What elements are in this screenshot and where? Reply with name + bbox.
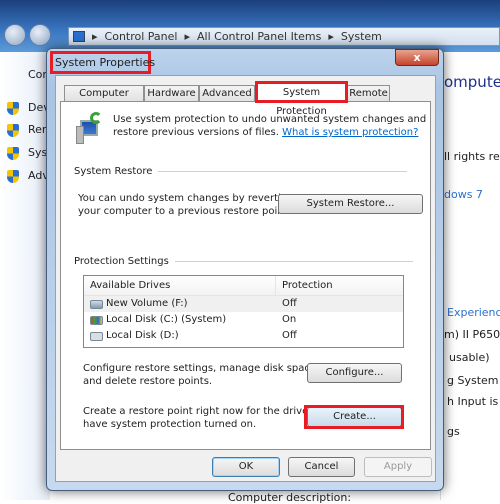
drives-list[interactable]: Available Drives Protection New Volume (… — [83, 275, 404, 348]
content-text: m) II P650 — [444, 328, 500, 341]
configure-line-1: Configure restore settings, manage disk … — [83, 363, 320, 374]
drive-name: New Volume (F:) — [106, 298, 188, 309]
apply-button[interactable]: Apply — [364, 457, 432, 477]
content-text: usable) — [449, 351, 490, 364]
create-line-1: Create a restore point right now for the… — [83, 406, 337, 417]
system-restore-group: System Restore — [74, 166, 407, 177]
dialog-title: System Properties — [55, 56, 156, 69]
shield-icon — [7, 147, 19, 160]
content-text: ll rights res — [444, 150, 500, 163]
drive-row[interactable]: Local Disk (C:) (System) On — [84, 312, 403, 328]
create-line-2: have system protection turned on. — [83, 419, 257, 430]
close-button[interactable]: x — [395, 49, 439, 66]
group-heading: Protection Settings — [74, 256, 169, 267]
intro-line-2: restore previous versions of files. — [113, 127, 279, 138]
intro-line-1: Use system protection to undo unwanted s… — [113, 114, 427, 125]
tab-remote[interactable]: Remote — [347, 85, 390, 102]
drive-name: Local Disk (D:) — [106, 330, 179, 341]
tab-computer-name[interactable]: Computer Name — [64, 85, 144, 114]
system-restore-line-1: You can undo system changes by reverting — [78, 193, 294, 204]
what-is-system-protection-link[interactable]: What is system protection? — [282, 127, 418, 138]
configure-button[interactable]: Configure... — [307, 363, 402, 383]
column-available-drives[interactable]: Available Drives — [84, 276, 275, 295]
tab-advanced[interactable]: Advanced — [199, 85, 255, 102]
column-protection[interactable]: Protection — [275, 276, 333, 295]
drive-name: Local Disk (C:) (System) — [106, 314, 227, 325]
back-button[interactable] — [4, 24, 26, 46]
system-restore-line-2: your computer to a previous restore poin… — [78, 206, 291, 217]
experience-link[interactable]: Experience — [447, 306, 500, 319]
content-text: gs — [447, 425, 460, 438]
drive-protection: Off — [282, 330, 297, 341]
content-heading: omputer — [444, 73, 500, 91]
tab-hardware[interactable]: Hardware — [144, 85, 199, 102]
address-bar[interactable]: ▸ Control Panel ▸ All Control Panel Items … — [68, 27, 500, 46]
ok-button[interactable]: OK — [212, 457, 280, 477]
shield-icon — [7, 124, 19, 137]
drive-icon — [90, 331, 103, 341]
breadcrumb-system[interactable]: System — [341, 30, 382, 43]
computer-description-label: Computer description: — [228, 491, 352, 504]
list-header: Available Drives Protection — [84, 276, 403, 296]
protection-settings-group: Protection Settings — [74, 256, 413, 267]
group-heading: System Restore — [74, 166, 153, 177]
system-restore-button[interactable]: System Restore... — [278, 194, 423, 214]
configure-line-2: and delete restore points. — [83, 376, 213, 387]
drive-icon — [90, 299, 103, 309]
content-text: h Input is a — [447, 395, 500, 408]
breadcrumb-control-panel[interactable]: Control Panel — [105, 30, 178, 43]
cancel-button[interactable]: Cancel — [288, 457, 355, 477]
explorer-sidebar — [0, 52, 50, 500]
content-text: g System — [447, 374, 499, 387]
drive-protection: On — [282, 314, 297, 325]
create-highlight — [304, 405, 404, 429]
shield-icon — [7, 170, 19, 183]
forward-button[interactable] — [29, 24, 51, 46]
computer-icon — [73, 31, 85, 42]
drive-row[interactable]: Local Disk (D:) Off — [84, 328, 403, 344]
breadcrumb-all-items[interactable]: All Control Panel Items — [197, 30, 321, 43]
drive-row[interactable]: New Volume (F:) Off — [84, 296, 403, 312]
tab-highlight — [255, 81, 348, 103]
drive-protection: Off — [282, 298, 297, 309]
shield-icon — [7, 102, 19, 115]
system-drive-icon — [90, 315, 103, 325]
content-text: dows 7 — [444, 188, 483, 201]
system-protection-icon — [76, 112, 104, 144]
